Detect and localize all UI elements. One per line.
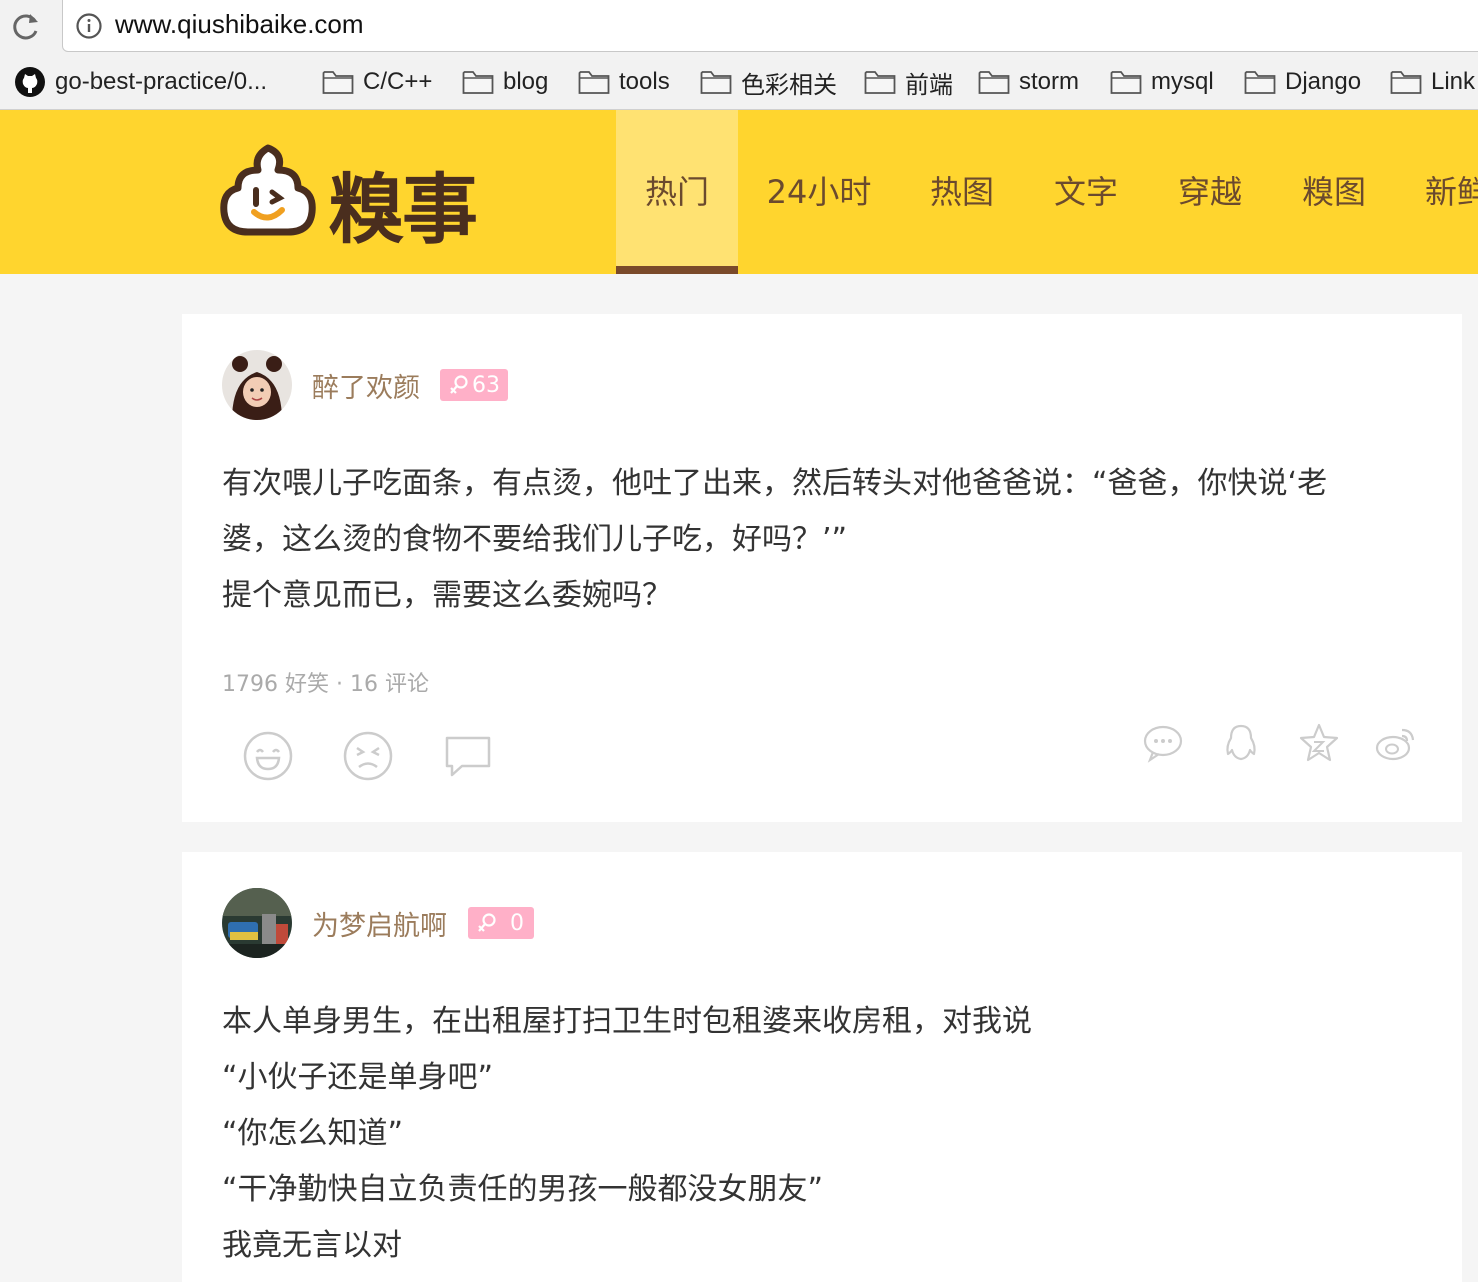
bookmark-cpp[interactable]: C/C++	[322, 64, 432, 100]
qzone-share-icon[interactable]	[1298, 722, 1340, 764]
folder-icon	[700, 71, 732, 94]
folder-icon	[1244, 71, 1276, 94]
folder-icon	[1390, 71, 1422, 94]
reload-icon[interactable]	[8, 10, 42, 44]
active-nav-indicator	[616, 266, 738, 274]
bookmark-label: mysql	[1151, 68, 1214, 95]
funny-vote-icon[interactable]	[242, 730, 294, 782]
folder-icon	[462, 71, 494, 94]
avatar[interactable]	[222, 350, 292, 420]
avatar[interactable]	[222, 888, 292, 958]
bookmark-storm[interactable]: storm	[978, 64, 1079, 100]
bookmark-tools[interactable]: tools	[578, 64, 670, 100]
nav-24h[interactable]: 24小时	[752, 110, 886, 274]
not-funny-vote-icon[interactable]	[342, 730, 394, 782]
nav-hot[interactable]: 热门	[616, 110, 738, 274]
bookmark-colors[interactable]: 色彩相关	[700, 64, 837, 100]
post-stats: 1796 好笑 · 16 评论	[222, 672, 429, 697]
post-content[interactable]: 本人单身男生，在出租屋打扫卫生时包租婆来收房租，对我说 “小伙子还是单身吧” “…	[222, 994, 1422, 1274]
github-icon	[15, 67, 45, 97]
content-line: 婆，这么烫的食物不要给我们儿子吃，好吗？’”	[222, 522, 848, 557]
bookmark-link[interactable]: Link	[1390, 64, 1475, 100]
content-line: 有次喂儿子吃面条，有点烫，他吐了出来，然后转头对他爸爸说：“爸爸，你快说‘老	[222, 466, 1328, 501]
bookmark-go-best-practice[interactable]: go-best-practice/0...	[14, 64, 267, 100]
folder-icon	[864, 71, 896, 94]
content-line: “小伙子还是单身吧”	[222, 1060, 494, 1095]
bookmark-django[interactable]: Django	[1244, 64, 1361, 100]
folder-icon	[578, 71, 610, 94]
post-card: 为梦启航啊 0 本人单身男生，在出租屋打扫卫生时包租婆来收房租，对我说 “小伙子…	[182, 852, 1462, 1282]
logo-wordmark: 糗事百科	[328, 165, 478, 254]
bookmark-mysql[interactable]: mysql	[1110, 64, 1214, 100]
folder-icon	[1110, 71, 1142, 94]
username[interactable]: 为梦启航啊	[312, 904, 447, 943]
bookmark-label: 色彩相关	[741, 71, 837, 99]
bookmark-label: Django	[1285, 68, 1362, 95]
nav-hot-images[interactable]: 热图	[904, 110, 1020, 274]
address-bar[interactable]: www.qiushibaike.com	[62, 0, 1478, 52]
nav-funny-images[interactable]: 糗图	[1276, 110, 1392, 274]
bookmark-frontend[interactable]: 前端	[864, 64, 953, 100]
bookmark-label: Link	[1431, 68, 1476, 95]
user-level-badge: 63	[440, 369, 508, 401]
bookmark-label: storm	[1019, 68, 1079, 95]
post-card: 醉了欢颜 63 有次喂儿子吃面条，有点烫，他吐了出来，然后转头对他爸爸说：“爸爸…	[182, 314, 1462, 822]
badge-count: 0	[510, 910, 524, 936]
folder-icon	[978, 71, 1010, 94]
bookmark-label: C/C++	[363, 68, 433, 95]
content-line: “干净勤快自立负责任的男孩一般都没女朋友”	[222, 1172, 824, 1207]
poop-mascot-icon	[220, 144, 316, 236]
nav-text[interactable]: 文字	[1028, 110, 1144, 274]
badge-count: 63	[472, 372, 500, 398]
url-text[interactable]: www.qiushibaike.com	[115, 9, 364, 40]
browser-toolbar: www.qiushibaike.com	[0, 0, 1478, 56]
content-line: “你怎么知道”	[222, 1116, 404, 1151]
post-content[interactable]: 有次喂儿子吃面条，有点烫，他吐了出来，然后转头对他爸爸说：“爸爸，你快说‘老 婆…	[222, 456, 1422, 624]
wechat-share-icon[interactable]	[1142, 722, 1184, 764]
content-line: 提个意见而已，需要这么委婉吗？	[222, 578, 672, 613]
bookmark-label: 前端	[905, 71, 953, 99]
bookmark-label: tools	[619, 68, 670, 95]
content-line: 本人单身男生，在出租屋打扫卫生时包租婆来收房租，对我说	[222, 1004, 1032, 1039]
nav-fresh[interactable]: 新鲜	[1400, 110, 1478, 274]
qq-share-icon[interactable]	[1220, 722, 1262, 764]
bookmark-blog[interactable]: blog	[462, 64, 548, 100]
site-logo[interactable]: 糗事百科	[218, 140, 538, 254]
comment-icon[interactable]	[442, 730, 494, 782]
content-line: 我竟无言以对	[222, 1228, 402, 1263]
female-icon	[450, 375, 468, 394]
bookmark-label: go-best-practice/0...	[55, 68, 268, 95]
info-icon[interactable]	[75, 12, 103, 40]
bookmarks-bar: go-best-practice/0... C/C++ blog tools 色…	[0, 56, 1478, 110]
bookmark-label: blog	[503, 68, 549, 95]
site-header: 糗事百科 热门 24小时 热图 文字 穿越 糗图 新鲜	[0, 110, 1478, 274]
weibo-share-icon[interactable]	[1374, 722, 1418, 764]
user-level-badge: 0	[468, 907, 534, 939]
username[interactable]: 醉了欢颜	[312, 366, 420, 405]
nav-time-travel[interactable]: 穿越	[1152, 110, 1268, 274]
folder-icon	[322, 71, 354, 94]
female-icon	[478, 913, 496, 932]
